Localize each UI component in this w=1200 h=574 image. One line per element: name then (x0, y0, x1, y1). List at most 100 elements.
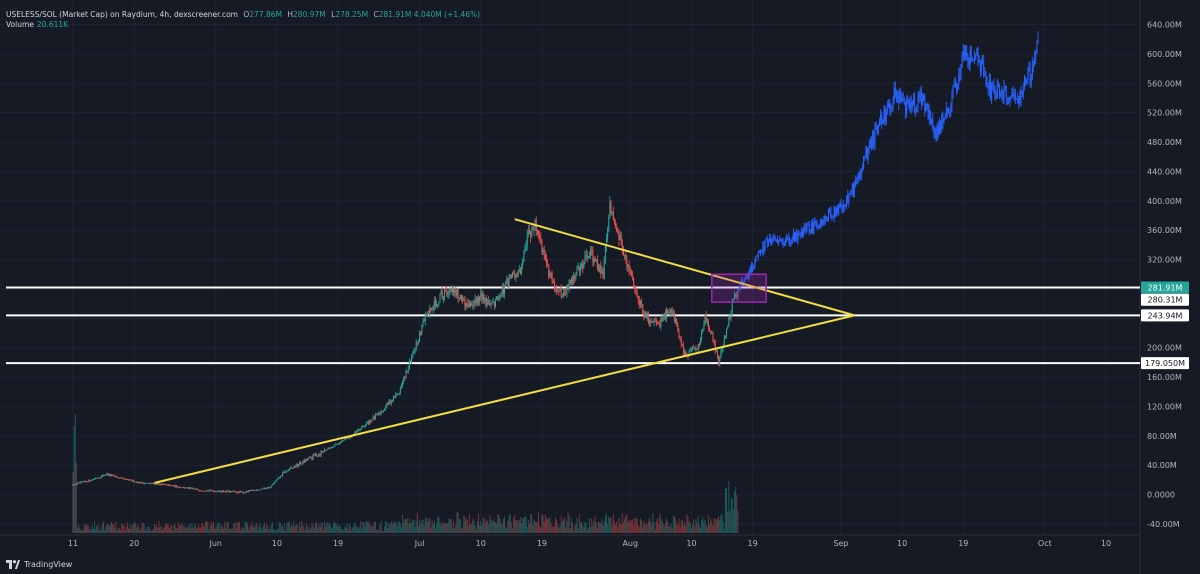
candle (171, 485, 173, 487)
tradingview-logo[interactable]: TradingView (6, 560, 72, 569)
volume-bar (194, 523, 196, 533)
price-chart[interactable]: 640.00M 600.00M 560.00M 520.00M 480.00M 440.0… (0, 0, 1200, 574)
volume-bar (611, 525, 613, 533)
candle (604, 245, 606, 260)
candle (88, 479, 90, 482)
projection-candle (951, 91, 953, 107)
candle (250, 490, 252, 491)
candle (90, 480, 92, 482)
candle (507, 278, 509, 287)
projection-candle (820, 220, 822, 225)
candle (721, 349, 723, 352)
projection-candle (842, 204, 844, 212)
candle (272, 483, 274, 485)
projection-candle (841, 208, 843, 212)
time-axis[interactable]: 11 20 Jun 10 19 Jul 10 19 Aug 10 19 Sep 10 19 Oct 10 (68, 539, 1111, 548)
volume-bar (143, 524, 145, 533)
projection-candle (826, 218, 828, 221)
candle (331, 447, 333, 448)
candle (487, 303, 489, 305)
candle (79, 482, 81, 484)
projection-candle (852, 184, 854, 195)
projection-candle (832, 217, 834, 219)
volume-bar (310, 528, 312, 533)
volume-bar (585, 522, 587, 533)
candle (696, 348, 698, 350)
volume-bar (169, 526, 171, 533)
candle (191, 488, 193, 489)
volume-bar (73, 425, 75, 533)
volume-bar (368, 521, 370, 533)
volume-bar (363, 522, 365, 533)
projection-candle (767, 241, 769, 244)
volume-bar (459, 519, 461, 533)
candle (163, 484, 165, 485)
volume-bar (276, 529, 278, 533)
candle (215, 491, 217, 492)
volume-bar (203, 526, 205, 533)
projection-candle (958, 75, 960, 85)
projection-candle (1019, 95, 1021, 103)
volume-bar (559, 525, 561, 533)
volume-bar (649, 517, 651, 533)
volume-bar (468, 514, 470, 533)
candle (541, 241, 543, 252)
candle (591, 249, 593, 251)
projection-candle (976, 48, 978, 54)
volume-bar (676, 524, 678, 533)
candle (173, 485, 175, 487)
volume-bar (722, 521, 724, 533)
projection-candle (978, 60, 980, 62)
volume-bar (245, 521, 247, 533)
volume-bar (237, 523, 239, 533)
projection-candle (905, 101, 907, 114)
candle (476, 297, 478, 304)
volume-bar (417, 526, 419, 533)
volume-bar (277, 528, 279, 533)
candle (128, 479, 130, 481)
volume-bar (306, 526, 308, 533)
volume-bar (202, 524, 204, 533)
volume-bar (694, 526, 696, 533)
projection-candle (897, 96, 899, 98)
candle (593, 258, 595, 263)
projection-candle (1023, 76, 1025, 88)
candle (530, 231, 532, 237)
projection-candle (932, 118, 934, 131)
candle (182, 487, 184, 488)
projection-candle (835, 208, 837, 216)
horizontal-levels (6, 286, 1140, 365)
candle (492, 301, 494, 303)
candle (98, 477, 100, 479)
volume-bar (163, 527, 165, 533)
candle (106, 473, 108, 476)
volume-bar (239, 521, 241, 533)
candle (296, 464, 298, 467)
time-tick-label: Sep (833, 539, 848, 548)
candle (382, 410, 384, 412)
candle (602, 271, 604, 279)
volume-bar (218, 522, 220, 533)
candle (286, 470, 288, 472)
candle (81, 481, 83, 483)
projection-candle (880, 114, 882, 122)
volume-bar (702, 516, 704, 533)
candle (454, 290, 456, 293)
candle (198, 489, 200, 491)
volume-bar (660, 517, 662, 533)
volume-bar (664, 523, 666, 533)
candle (634, 286, 636, 289)
candle (715, 350, 717, 352)
volume-bar (425, 517, 427, 533)
volume-bar (453, 520, 455, 533)
projection-candle (796, 232, 798, 241)
volume-bar (291, 524, 293, 533)
volume-bar (598, 521, 600, 533)
projection-candle (915, 109, 917, 112)
volume-bar (174, 523, 176, 533)
price-axis[interactable]: 640.00M 600.00M 560.00M 520.00M 480.00M 440.0… (1141, 21, 1189, 530)
volume-bar (380, 521, 382, 533)
candle (663, 313, 665, 318)
time-tick-label: Jun (208, 539, 222, 548)
volume-bar (100, 530, 102, 533)
